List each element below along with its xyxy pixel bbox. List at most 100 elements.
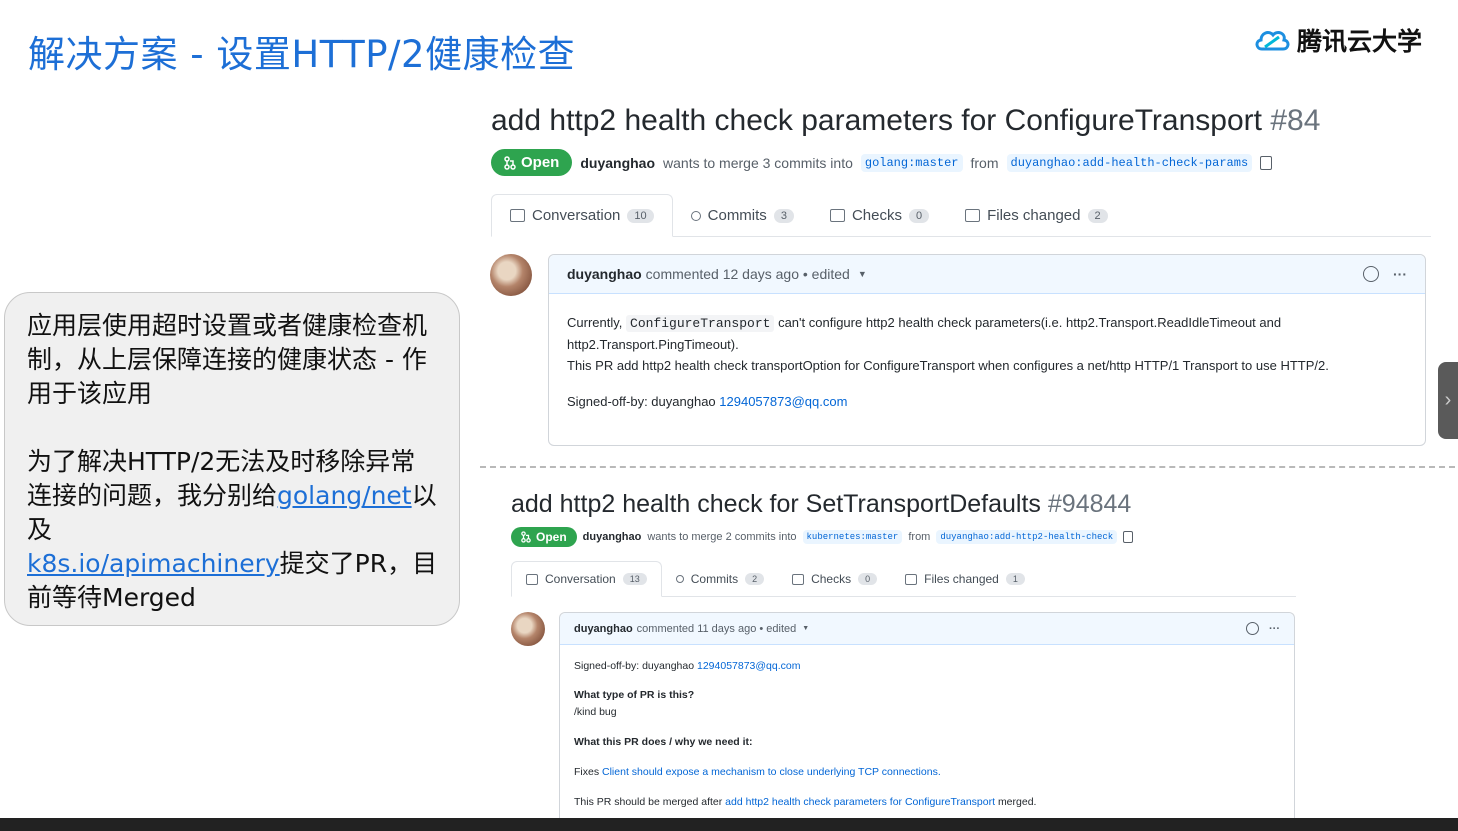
issue-link[interactable]: Client should expose a mechanism to clos… — [602, 766, 941, 778]
tab-count: 0 — [908, 208, 930, 223]
head-branch[interactable]: duyanghao:add-health-check-params — [1006, 153, 1253, 172]
tab-conversation[interactable]: Conversation 10 — [491, 194, 673, 237]
file-diff-icon — [965, 209, 981, 222]
from-text: from — [970, 154, 999, 171]
more-options-icon[interactable]: ··· — [1269, 623, 1280, 635]
pr-1-comment: duyanghao commented 12 days ago • edited… — [490, 254, 1426, 446]
avatar[interactable] — [511, 612, 545, 646]
pr-2-tabs: Conversation 13 Commits 2 Checks 0 Files ch… — [511, 561, 1296, 597]
tab-count: 13 — [622, 573, 647, 585]
inline-code: ConfigureTransport — [626, 315, 775, 332]
comment-body: Signed-off-by: duyanghao 1294057873@qq.c… — [560, 645, 1294, 811]
brand-logo: 腾讯云大学 — [1253, 22, 1422, 58]
tab-label: Checks — [851, 207, 902, 224]
chevron-down-icon[interactable]: ▼ — [858, 269, 867, 279]
pull-request-icon — [521, 531, 531, 543]
tab-count: 0 — [858, 573, 878, 585]
commit-icon — [675, 575, 684, 583]
signoff-line: Signed-off-by: duyanghao 1294057873@qq.c… — [567, 391, 1407, 412]
pr-number: #84 — [1270, 104, 1321, 137]
pr-2-comment: duyanghao commented 11 days ago • edited… — [511, 612, 1295, 818]
note-paragraph-1: 应用层使用超时设置或者健康检查机制，从上层保障连接的健康状态 - 作用于该应用 — [27, 311, 428, 408]
tab-count: 2 — [1087, 208, 1108, 223]
comment-paragraph: This PR add http2 health check transport… — [567, 358, 1329, 373]
comment-paragraph: Currently, ConfigureTransport can't conf… — [567, 312, 1407, 355]
tab-conversation[interactable]: Conversation 13 — [511, 561, 662, 597]
k8s-apimachinery-link[interactable]: k8s.io/apimachinery — [27, 549, 280, 578]
tab-label: Commits — [707, 207, 767, 224]
head-branch[interactable]: duyanghao:add-http2-health-check — [936, 530, 1118, 544]
open-state-badge: Open — [511, 527, 577, 547]
pr-link[interactable]: add http2 health check parameters for Co… — [725, 796, 995, 808]
fixes-text: Fixes — [574, 766, 600, 778]
tab-label: Commits — [690, 572, 739, 586]
base-branch[interactable]: kubernetes:master — [802, 530, 903, 544]
email-link[interactable]: 1294057873@qq.com — [697, 660, 801, 672]
pr-2-title: add http2 health check for SetTransportD… — [511, 490, 1296, 519]
copy-icon[interactable] — [1260, 155, 1273, 170]
merge-after-suffix: merged. — [997, 796, 1037, 808]
merge-text: wants to merge 2 commits into — [647, 531, 797, 543]
smiley-icon[interactable] — [1246, 622, 1259, 635]
tab-commits[interactable]: Commits 2 — [662, 562, 778, 596]
comment-header: duyanghao commented 11 days ago • edited… — [560, 613, 1294, 645]
tab-checks[interactable]: Checks 0 — [778, 562, 891, 596]
email-link[interactable]: 1294057873@qq.com — [719, 394, 847, 409]
base-branch[interactable]: golang:master — [860, 153, 963, 172]
brand-name: 腾讯云大学 — [1296, 27, 1422, 56]
tab-commits[interactable]: Commits 3 — [673, 195, 812, 236]
state-label: Open — [536, 530, 567, 544]
comment-box: duyanghao commented 11 days ago • edited… — [559, 612, 1295, 818]
open-state-badge: Open — [491, 149, 573, 176]
tab-count: 3 — [773, 208, 794, 223]
tab-label: Files changed — [987, 207, 1081, 224]
comment-author[interactable]: duyanghao — [574, 623, 633, 635]
tab-count: 10 — [627, 208, 654, 223]
comment-text: Currently, — [567, 315, 623, 330]
tab-label: Checks — [811, 572, 852, 586]
smiley-icon[interactable] — [1363, 266, 1379, 282]
cloud-icon — [1255, 31, 1290, 51]
player-bottom-bar — [0, 818, 1458, 831]
tab-checks[interactable]: Checks 0 — [812, 195, 947, 236]
state-label: Open — [521, 154, 560, 171]
pr-1-tabs: Conversation 10 Commits 3 Checks 0 Files ch… — [491, 194, 1431, 237]
checklist-icon — [792, 573, 805, 585]
tab-files-changed[interactable]: Files changed 1 — [891, 562, 1039, 596]
pr-2: add http2 health check for SetTransportD… — [511, 490, 1296, 597]
comment-icon — [510, 209, 525, 222]
golang-net-link[interactable]: golang/net — [277, 481, 412, 510]
commit-icon — [690, 210, 701, 221]
tab-files-changed[interactable]: Files changed 2 — [947, 195, 1126, 236]
comment-header: duyanghao commented 12 days ago • edited… — [549, 255, 1425, 294]
comment-box: duyanghao commented 12 days ago • edited… — [548, 254, 1426, 446]
signoff-text: Signed-off-by: duyanghao — [574, 660, 695, 672]
pr-title-text: add http2 health check parameters for Co… — [491, 104, 1262, 137]
pr-author[interactable]: duyanghao — [580, 155, 655, 171]
tab-label: Files changed — [924, 572, 999, 586]
file-diff-icon — [905, 573, 918, 585]
copy-icon[interactable] — [1123, 531, 1134, 543]
merge-after-text: This PR should be merged after — [574, 796, 723, 808]
fixes-line: Fixes Client should expose a mechanism t… — [574, 764, 1280, 781]
avatar[interactable] — [490, 254, 532, 296]
tab-count: 1 — [1005, 573, 1025, 585]
section-divider — [480, 466, 1455, 468]
tab-label: Conversation — [532, 207, 621, 224]
slide-next-handle[interactable]: › — [1438, 362, 1458, 439]
comment-author[interactable]: duyanghao — [567, 266, 642, 282]
pr-1: add http2 health check parameters for Co… — [491, 104, 1431, 237]
signoff-line: Signed-off-by: duyanghao 1294057873@qq.c… — [574, 658, 1280, 675]
pr-1-title: add http2 health check parameters for Co… — [491, 104, 1431, 138]
pr-author[interactable]: duyanghao — [583, 531, 642, 543]
comment-icon — [526, 573, 538, 585]
merge-after-line: This PR should be merged after add http2… — [574, 794, 1280, 811]
more-options-icon[interactable]: ··· — [1393, 266, 1407, 282]
pr-1-meta: Open duyanghao wants to merge 3 commits … — [491, 149, 1431, 176]
pr-type-heading: What type of PR is this? — [574, 689, 695, 701]
pr-why-heading: What this PR does / why we need it: — [574, 736, 753, 748]
chevron-down-icon[interactable]: ▼ — [802, 625, 809, 632]
pr-type-value: /kind bug — [574, 706, 617, 718]
chevron-right-icon: › — [1444, 389, 1452, 411]
signoff-text: Signed-off-by: duyanghao — [567, 394, 716, 409]
